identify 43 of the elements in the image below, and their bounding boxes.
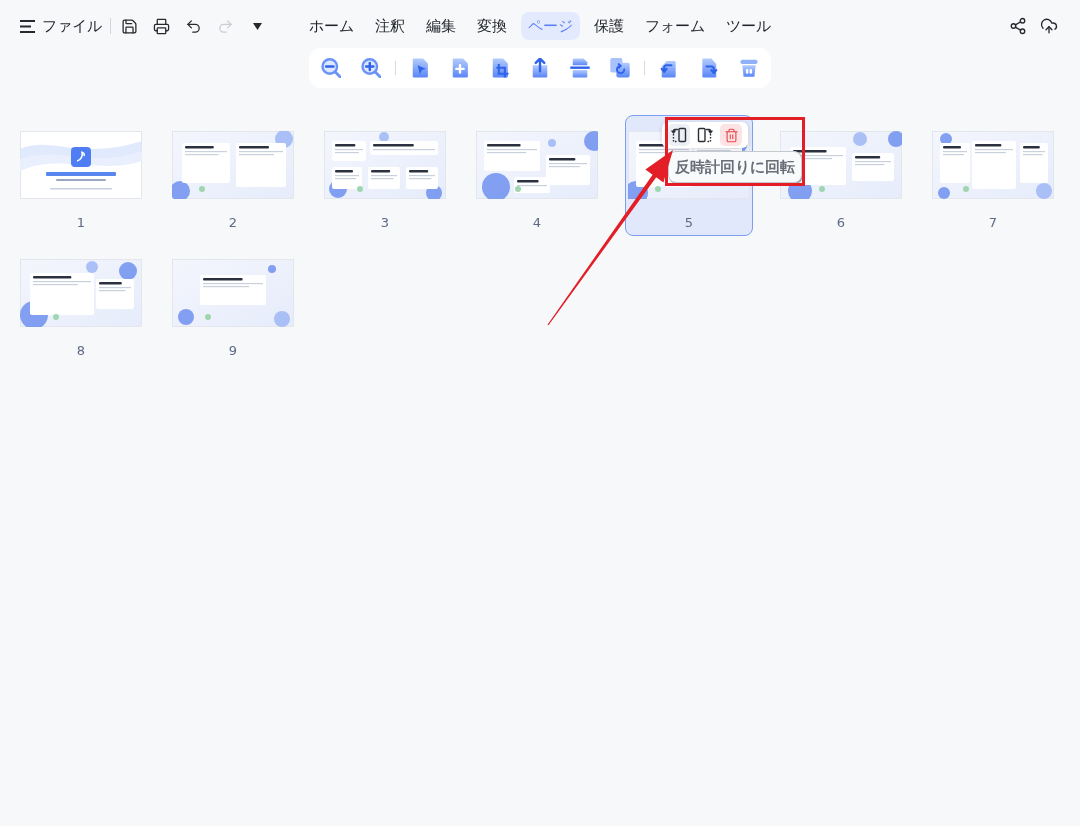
page-number: 4: [532, 215, 542, 231]
page-number: 6: [836, 215, 846, 231]
page-swap-icon: [610, 58, 630, 78]
save-button[interactable]: [119, 16, 139, 36]
undo-icon: [184, 17, 202, 35]
page-number: 2: [228, 215, 238, 231]
page-pointer-icon: [410, 58, 430, 78]
save-icon: [120, 17, 138, 35]
print-button[interactable]: [151, 16, 171, 36]
trash-icon: [723, 127, 739, 143]
page-upload-icon: [530, 58, 550, 78]
trash-icon: [739, 58, 759, 78]
page-number: 3: [380, 215, 390, 231]
page-number: 5: [684, 215, 694, 231]
tooltip: 反時計回りに回転: [668, 151, 802, 183]
menu-tab[interactable]: ホーム: [302, 12, 361, 40]
printer-icon: [152, 17, 170, 35]
page-rotate-left-icon: [659, 58, 679, 78]
page-crop-icon: [490, 58, 510, 78]
menu-tab[interactable]: ツール: [719, 12, 778, 40]
rotate-left-icon: [670, 126, 688, 144]
menu-tab[interactable]: 保護: [587, 12, 631, 40]
zoom-in-icon: [361, 58, 381, 78]
page-number: 7: [988, 215, 998, 231]
caret-icon: [252, 22, 262, 30]
rotate-right-icon: [696, 126, 714, 144]
rotate-left-button[interactable]: [668, 124, 690, 146]
page-rotate-right-icon: [699, 58, 719, 78]
menu-tab[interactable]: 編集: [419, 12, 463, 40]
share-icon: [1009, 17, 1027, 35]
page-number: 9: [228, 343, 238, 359]
page-plus-icon: [450, 58, 470, 78]
cloud-upload-icon: [1040, 17, 1058, 35]
menu-tab[interactable]: フォーム: [638, 12, 712, 40]
menu-tab[interactable]: 変換: [470, 12, 514, 40]
zoom-out-icon: [321, 58, 341, 78]
page-split-icon: [570, 58, 590, 78]
menu-tab[interactable]: 注釈: [368, 12, 412, 40]
page-number: 8: [76, 343, 86, 359]
menu-icon: [20, 19, 35, 33]
page-number: 1: [76, 215, 86, 231]
file-menu-button[interactable]: ファイル: [20, 16, 102, 36]
redo-icon: [216, 17, 234, 35]
